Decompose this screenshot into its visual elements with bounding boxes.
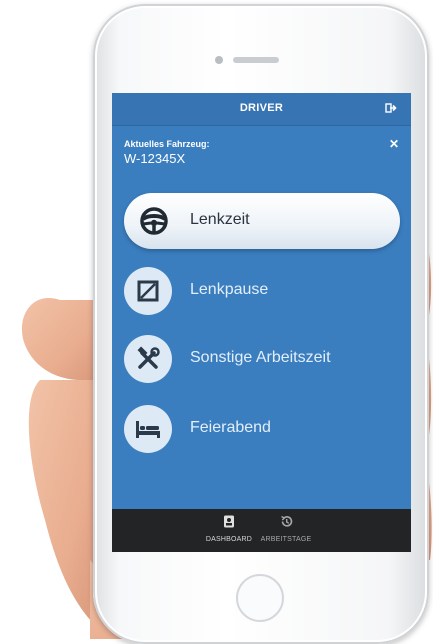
status-label: Feierabend: [190, 419, 271, 436]
front-camera: [215, 56, 223, 64]
steering-wheel-icon: [130, 197, 178, 245]
status-label: Lenkpause: [190, 281, 269, 298]
status-label: Lenkzeit: [190, 211, 250, 228]
vehicle-label: Aktuelles Fahrzeug:: [124, 139, 210, 149]
nav-arbeitstage[interactable]: ARBEITSTAGE: [251, 515, 321, 543]
history-icon: [280, 515, 292, 527]
nav-label: ARBEITSTAGE: [260, 536, 312, 543]
earpiece-speaker: [233, 57, 279, 63]
status-lenkzeit-button[interactable]: Lenkzeit: [124, 193, 400, 249]
bed-icon: [124, 405, 172, 453]
hammer-wrench-icon: [124, 335, 172, 383]
status-arbeitszeit-button[interactable]: Sonstige Arbeitszeit: [124, 331, 400, 387]
status-feierabend-button[interactable]: Feierabend: [124, 401, 400, 457]
id-badge-icon: [224, 515, 234, 528]
bottom-navigation: DASHBOARD ARBEITSTAGE: [112, 509, 411, 552]
vehicle-value: W-12345X: [124, 151, 186, 166]
home-button[interactable]: [236, 574, 284, 622]
app-header: DRIVER: [112, 93, 411, 126]
logout-icon[interactable]: [385, 102, 397, 114]
pause-square-icon: [124, 267, 172, 315]
status-lenkpause-button[interactable]: Lenkpause: [124, 263, 400, 319]
close-icon[interactable]: ✕: [389, 137, 399, 151]
app-title: DRIVER: [239, 102, 284, 114]
app-screen: DRIVER Aktuelles Fahrzeug: W-12345X ✕ Le…: [112, 93, 411, 552]
status-label: Sonstige Arbeitszeit: [190, 349, 331, 366]
